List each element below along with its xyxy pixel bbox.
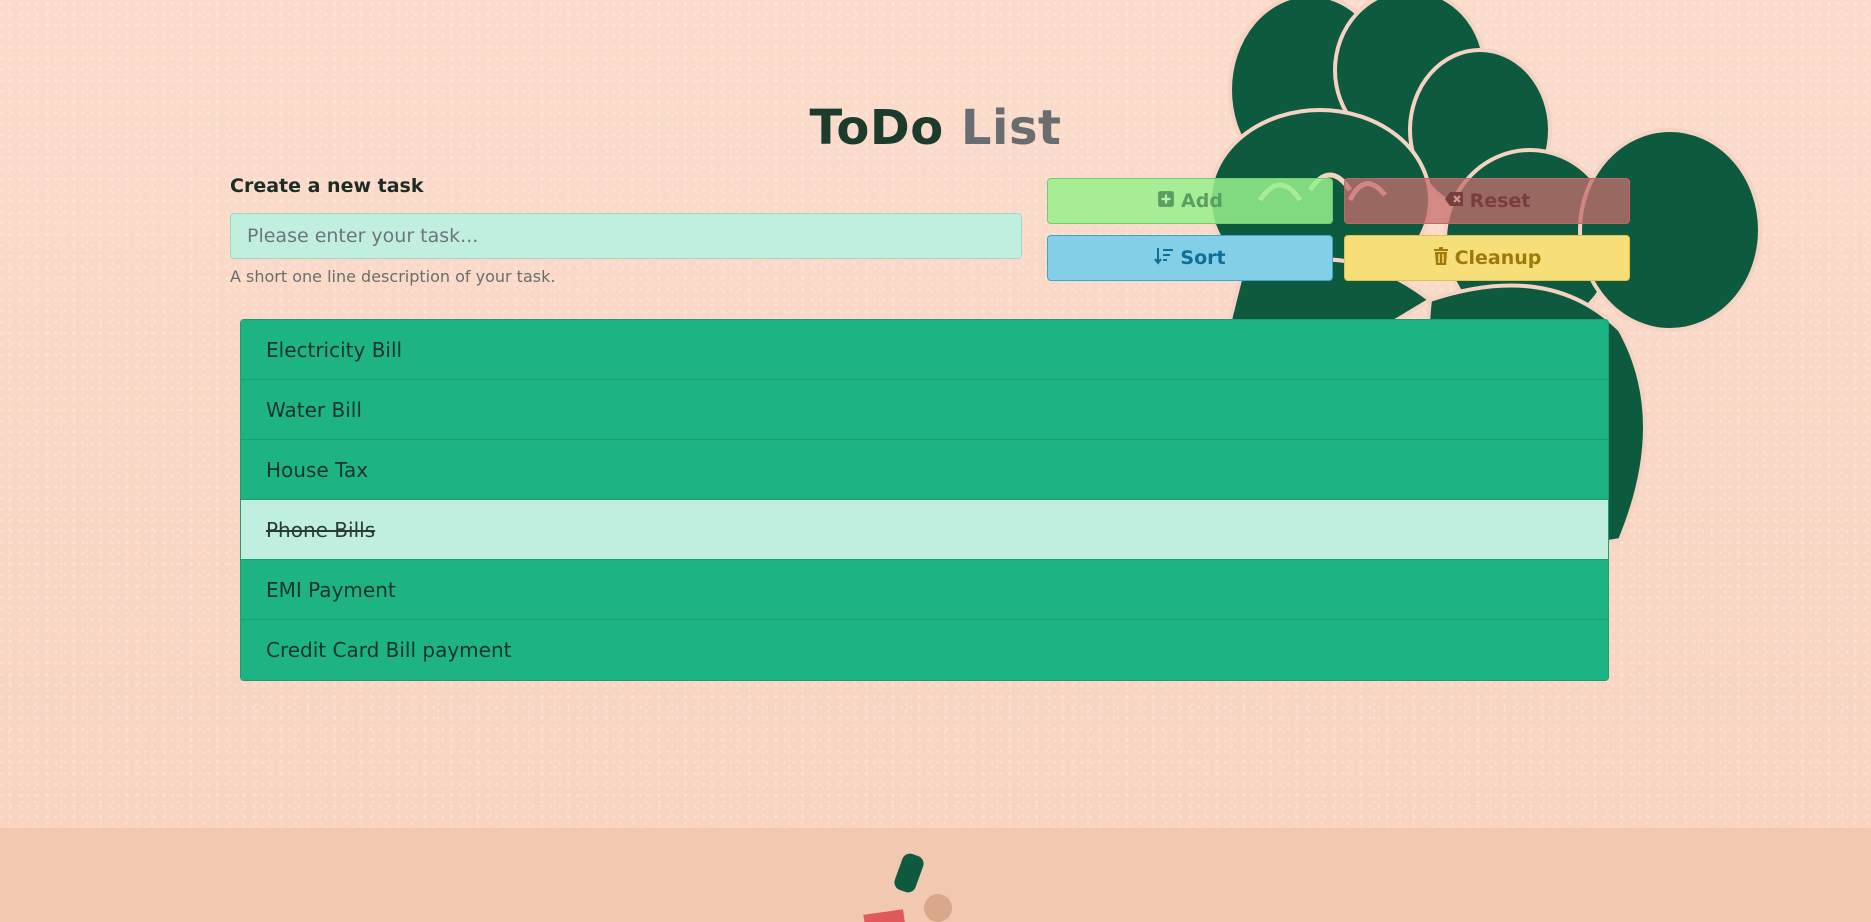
sort-down-icon bbox=[1154, 247, 1174, 270]
title-accent: List bbox=[960, 100, 1062, 156]
task-item[interactable]: House Tax bbox=[241, 440, 1608, 500]
add-button[interactable]: Add bbox=[1047, 178, 1333, 224]
x-square-icon bbox=[1444, 190, 1464, 212]
task-input[interactable] bbox=[230, 213, 1022, 259]
task-label: House Tax bbox=[266, 457, 369, 482]
page-title: ToDo List bbox=[0, 100, 1871, 156]
task-label: Phone Bills bbox=[266, 517, 376, 542]
task-item[interactable]: Electricity Bill bbox=[241, 320, 1608, 380]
task-list: Electricity Bill Water Bill House Tax Ph… bbox=[240, 319, 1609, 681]
task-item[interactable]: Credit Card Bill payment bbox=[241, 620, 1608, 680]
task-label: Credit Card Bill payment bbox=[266, 638, 512, 662]
sort-button[interactable]: Sort bbox=[1047, 235, 1333, 281]
sort-button-label: Sort bbox=[1180, 247, 1226, 269]
task-item-completed[interactable]: Phone Bills bbox=[241, 500, 1608, 560]
add-button-label: Add bbox=[1181, 190, 1223, 212]
cleanup-button[interactable]: Cleanup bbox=[1344, 235, 1630, 281]
task-help-text: A short one line description of your tas… bbox=[230, 267, 556, 286]
task-item[interactable]: Water Bill bbox=[241, 380, 1608, 440]
task-label: EMI Payment bbox=[266, 577, 396, 602]
cleanup-button-label: Cleanup bbox=[1454, 247, 1542, 269]
task-item[interactable]: EMI Payment bbox=[241, 560, 1608, 620]
trash-icon bbox=[1433, 246, 1449, 270]
task-label: Electricity Bill bbox=[266, 337, 403, 362]
reset-button-label: Reset bbox=[1469, 190, 1531, 212]
task-label: Water Bill bbox=[266, 397, 362, 422]
new-task-label: Create a new task bbox=[230, 175, 424, 197]
plus-square-icon bbox=[1157, 190, 1175, 213]
title-main: ToDo bbox=[809, 100, 944, 156]
reset-button[interactable]: Reset bbox=[1344, 178, 1630, 224]
footer-illustration bbox=[863, 853, 952, 922]
